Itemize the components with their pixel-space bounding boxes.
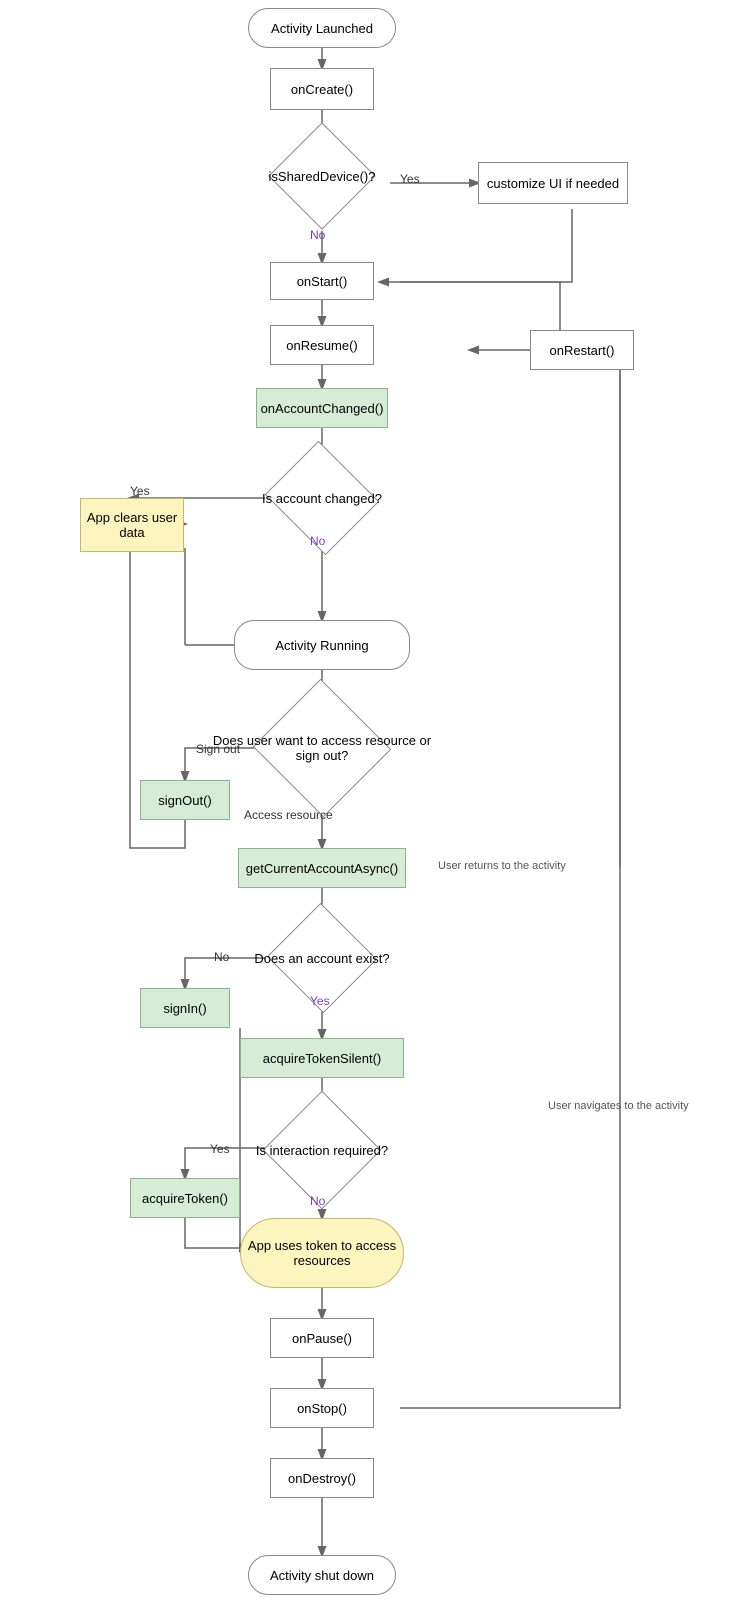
acquiretoken-node: acquireToken() — [130, 1178, 240, 1218]
flowchart: Activity Launched onCreate() isSharedDev… — [0, 0, 740, 1615]
no-label-isshared: No — [310, 228, 325, 242]
ondestroy-label: onDestroy() — [288, 1471, 356, 1486]
yes-label-account: Yes — [130, 484, 150, 498]
onstart-label: onStart() — [297, 274, 348, 289]
doesuserwant-diamond — [253, 679, 392, 818]
app-clears-node: App clears user data — [80, 498, 184, 552]
signin-node: signIn() — [140, 988, 230, 1028]
user-returns-label: User returns to the activity — [438, 860, 566, 872]
no-label-interaction: No — [310, 1194, 325, 1208]
yes-label-interaction: Yes — [210, 1142, 230, 1156]
no-label-account: No — [310, 534, 325, 548]
acquiretokensilent-label: acquireTokenSilent() — [263, 1051, 382, 1066]
ondestroy-node: onDestroy() — [270, 1458, 374, 1498]
acquiretoken-label: acquireToken() — [142, 1191, 228, 1206]
customize-ui-label: customize UI if needed — [487, 176, 619, 191]
appusestoken-label: App uses token to access resources — [241, 1238, 403, 1268]
access-resource-label: Access resource — [244, 808, 333, 822]
signout-label: Sign out — [196, 742, 240, 756]
getcurrentaccount-node: getCurrentAccountAsync() — [238, 848, 406, 888]
yes-label-isshared: Yes — [400, 172, 420, 186]
no-label-account-exist: No — [214, 950, 229, 964]
onpause-node: onPause() — [270, 1318, 374, 1358]
onstop-node: onStop() — [270, 1388, 374, 1428]
activity-launched-node: Activity Launched — [248, 8, 396, 48]
app-clears-label: App clears user data — [81, 510, 183, 540]
user-navigates-label: User navigates to the activity — [548, 1100, 689, 1112]
yes-label-account-exist: Yes — [310, 994, 330, 1008]
onaccountchanged-node: onAccountChanged() — [256, 388, 388, 428]
appusestoken-node: App uses token to access resources — [240, 1218, 404, 1288]
onresume-node: onResume() — [270, 325, 374, 365]
oncreate-label: onCreate() — [291, 82, 353, 97]
isinteraction-diamond — [263, 1091, 382, 1210]
signout-node: signOut() — [140, 780, 230, 820]
onrestart-label: onRestart() — [549, 343, 614, 358]
onpause-label: onPause() — [292, 1331, 352, 1346]
oncreate-node: onCreate() — [270, 68, 374, 110]
onrestart-node: onRestart() — [530, 330, 634, 370]
signin-label: signIn() — [163, 1001, 206, 1016]
getcurrentaccount-label: getCurrentAccountAsync() — [246, 861, 398, 876]
activity-running-node: Activity Running — [234, 620, 410, 670]
activity-launched-label: Activity Launched — [271, 21, 373, 36]
isshareddevice-diamond — [268, 122, 375, 229]
signout-label: signOut() — [158, 793, 211, 808]
onaccountchanged-label: onAccountChanged() — [261, 401, 384, 416]
arrows-svg — [0, 0, 740, 1615]
activity-shutdown-node: Activity shut down — [248, 1555, 396, 1595]
onstop-label: onStop() — [297, 1401, 347, 1416]
activity-running-label: Activity Running — [275, 638, 368, 653]
activity-shutdown-label: Activity shut down — [270, 1568, 374, 1583]
acquiretokensilent-node: acquireTokenSilent() — [240, 1038, 404, 1078]
onresume-label: onResume() — [286, 338, 358, 353]
onstart-node: onStart() — [270, 262, 374, 300]
customize-ui-node: customize UI if needed — [478, 162, 628, 204]
